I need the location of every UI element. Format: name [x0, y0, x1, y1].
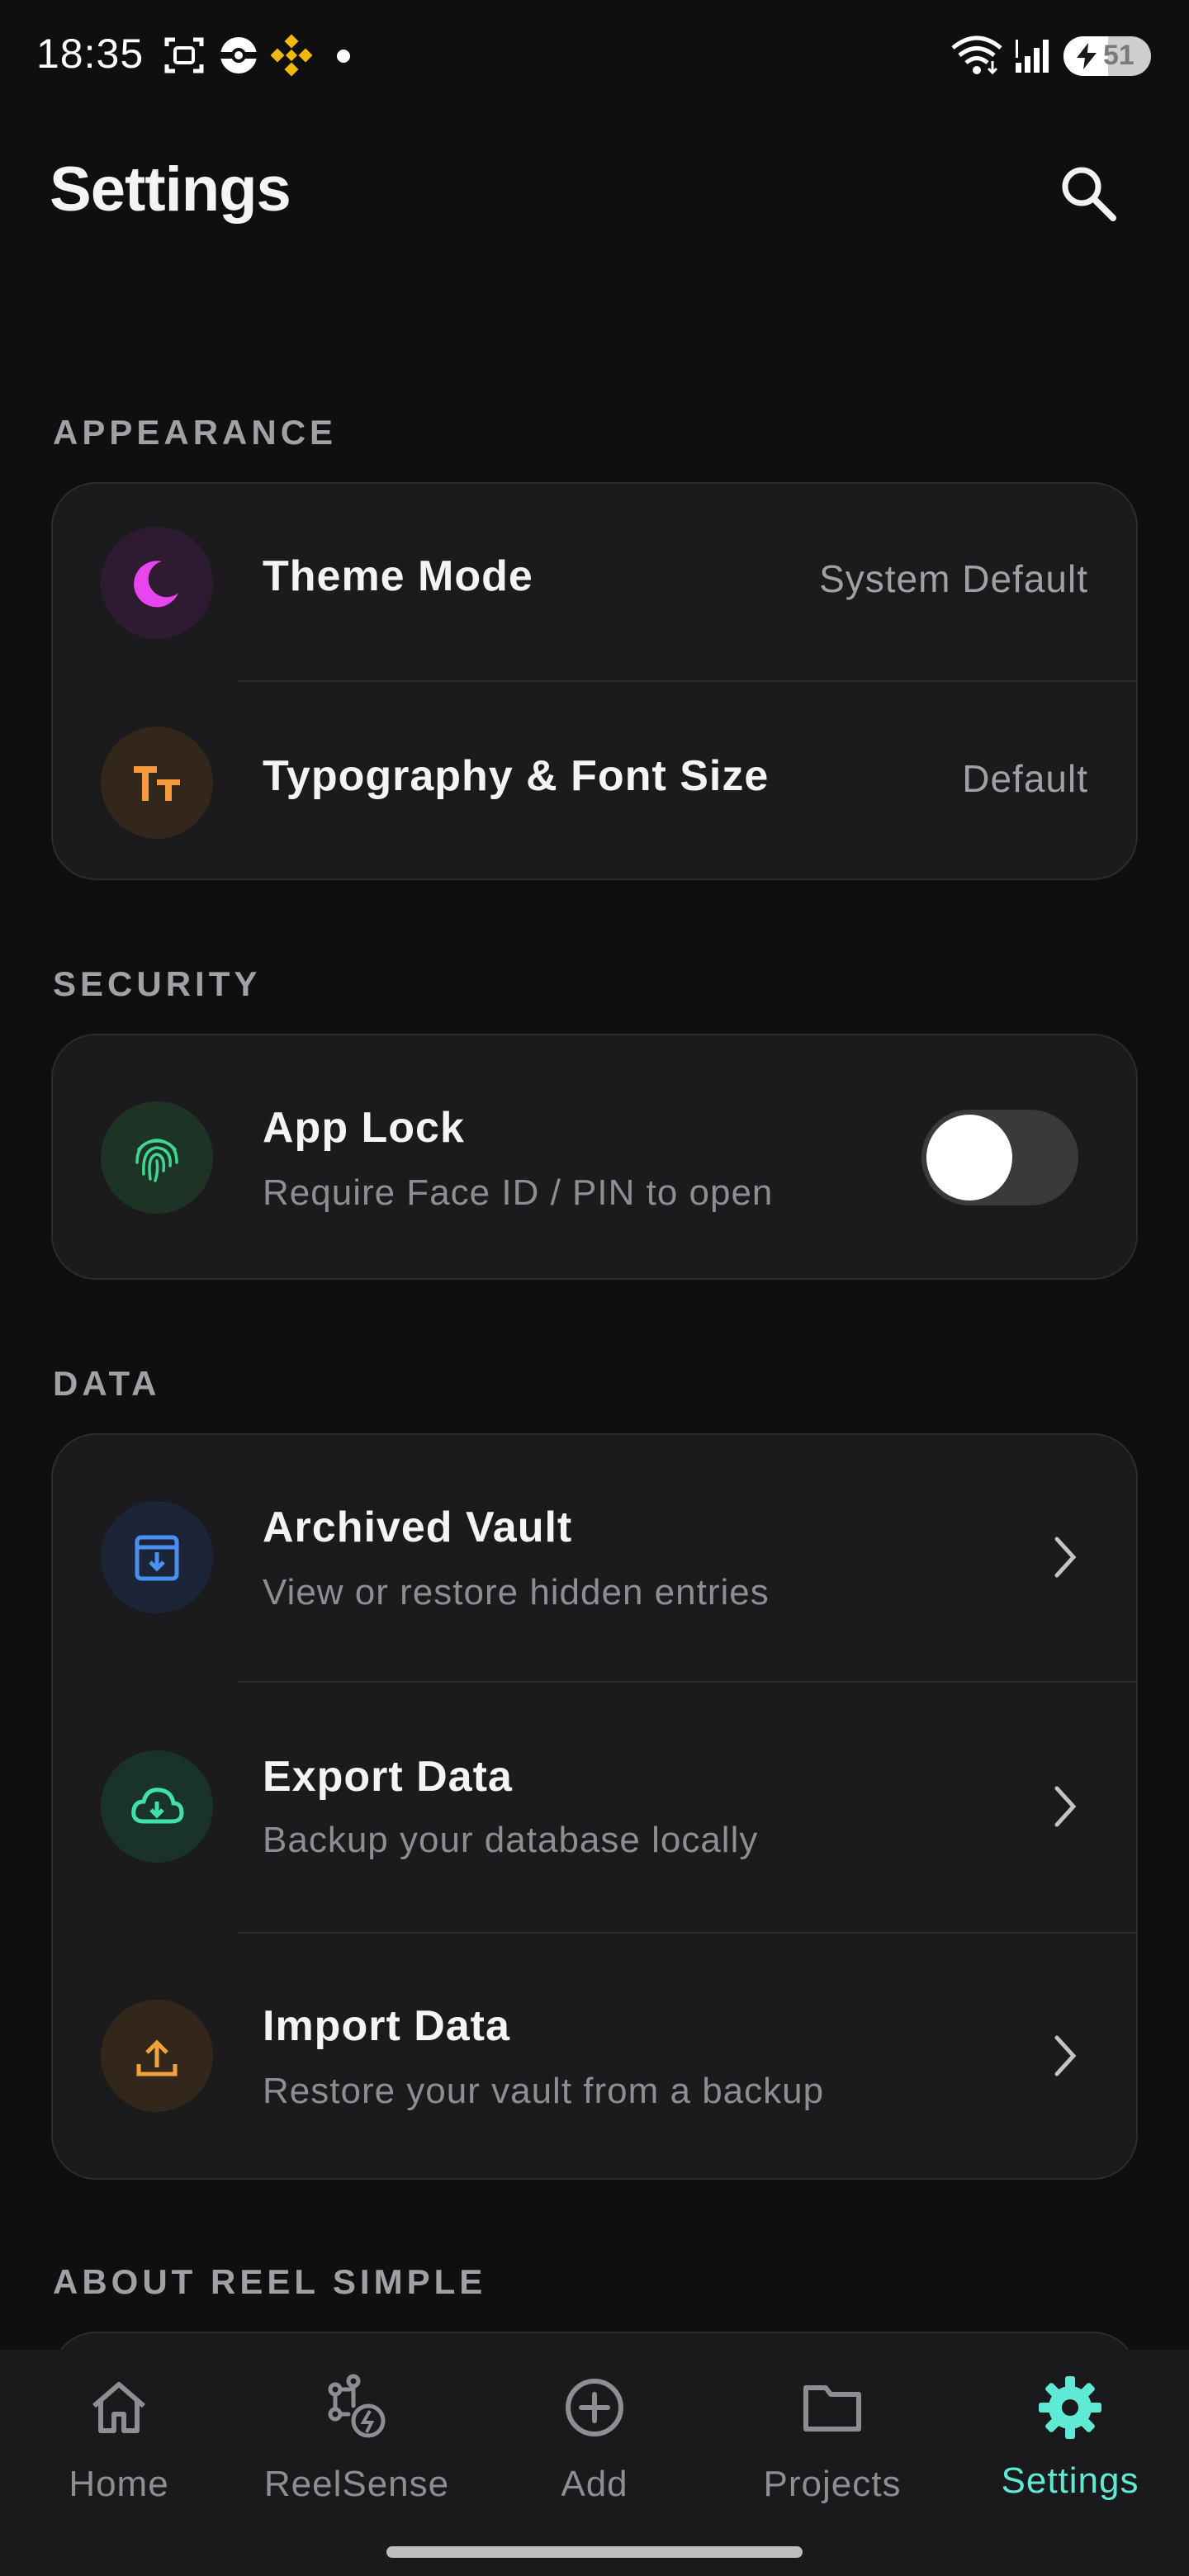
typography-icon-badge: [101, 727, 213, 839]
page-title: Settings: [50, 154, 291, 225]
settings-row-typography[interactable]: Typography & Font Size Default: [53, 682, 1136, 880]
battery-charging-icon: 51: [1063, 36, 1151, 76]
gear-icon: [1039, 2376, 1101, 2439]
section-label-appearance: APPEARANCE: [53, 413, 338, 452]
cloud-download-icon: [131, 1788, 184, 1824]
nav-label: ReelSense: [263, 2464, 450, 2504]
chevron-right-icon: [1054, 1537, 1077, 1578]
screenshot-icon: [164, 37, 204, 73]
app-lock-toggle[interactable]: [921, 1110, 1078, 1205]
nav-item-home[interactable]: Home: [0, 2350, 238, 2531]
data-card: Archived Vault View or restore hidden en…: [51, 1433, 1138, 2180]
binance-icon: [270, 34, 313, 77]
row-subtitle: Restore your vault from a backup: [263, 2071, 825, 2111]
row-title: Export Data: [263, 1753, 513, 1801]
nav-label: Home: [69, 2464, 169, 2504]
row-title: Archived Vault: [263, 1503, 573, 1551]
nav-item-settings[interactable]: Settings: [951, 2350, 1189, 2531]
section-label-about: ABOUT REEL SIMPLE: [53, 2262, 487, 2301]
add-circle-icon: [566, 2379, 623, 2436]
bottom-nav: Home ReelSense Add Projects Settings: [0, 2350, 1189, 2576]
import-icon-badge: [101, 2000, 213, 2112]
export-icon-badge: [101, 1750, 213, 1863]
row-subtitle: View or restore hidden entries: [263, 1572, 770, 1612]
search-button[interactable]: [1054, 159, 1123, 228]
nav-item-projects[interactable]: Projects: [713, 2350, 951, 2531]
archive-icon: [135, 1535, 179, 1581]
section-label-security: SECURITY: [53, 964, 262, 1003]
folder-icon: [803, 2385, 861, 2432]
row-title: Typography & Font Size: [263, 752, 770, 800]
status-time: 18:35: [36, 31, 144, 77]
chevron-right-icon: [1054, 2035, 1077, 2076]
row-value: Default: [962, 757, 1088, 800]
signal-icon: [1016, 40, 1049, 73]
charging-bolt-icon: [1077, 43, 1097, 69]
row-title: App Lock: [263, 1104, 465, 1152]
settings-row-archived-vault[interactable]: Archived Vault View or restore hidden en…: [53, 1435, 1136, 1681]
wifi-icon: [951, 36, 1002, 75]
nav-item-add[interactable]: Add: [476, 2350, 713, 2531]
status-bar: 18:35 51: [0, 0, 1189, 112]
nav-label: Projects: [763, 2464, 902, 2504]
search-icon: [1062, 167, 1116, 221]
archive-icon-badge: [101, 1501, 213, 1613]
security-card: App Lock Require Face ID / PIN to open: [51, 1034, 1138, 1280]
upload-icon: [136, 2039, 178, 2076]
fingerprint-icon: [135, 1139, 178, 1182]
toggle-knob: [926, 1115, 1012, 1200]
chevron-right-icon: [1054, 1786, 1077, 1827]
text-size-icon: [134, 766, 180, 801]
nav-label: Add: [561, 2464, 628, 2504]
pokeball-icon: [220, 37, 257, 73]
theme-icon-badge: [101, 527, 213, 639]
settings-row-app-lock[interactable]: App Lock Require Face ID / PIN to open: [53, 1035, 1136, 1280]
settings-row-theme-mode[interactable]: Theme Mode System Default: [53, 484, 1136, 680]
appearance-card: Theme Mode System Default Typography & F…: [51, 482, 1138, 880]
row-subtitle: Require Face ID / PIN to open: [263, 1172, 774, 1213]
moon-icon: [134, 561, 178, 608]
app-lock-icon-badge: [101, 1101, 213, 1214]
row-title: Import Data: [263, 2002, 510, 2050]
home-icon: [92, 2382, 145, 2433]
nav-label: Settings: [1001, 2460, 1139, 2501]
ai-sparkle-icon: [328, 2374, 386, 2438]
nav-item-reelsense[interactable]: ReelSense: [238, 2350, 476, 2531]
row-subtitle: Backup your database locally: [263, 1820, 759, 1860]
battery-percent: 51: [1103, 40, 1135, 71]
row-title: Theme Mode: [263, 552, 533, 600]
settings-row-export-data[interactable]: Export Data Backup your database locally: [53, 1683, 1136, 1932]
row-value: System Default: [819, 557, 1088, 600]
settings-row-import-data[interactable]: Import Data Restore your vault from a ba…: [53, 1934, 1136, 2180]
notification-dot: [337, 50, 350, 63]
section-label-data: DATA: [53, 1364, 161, 1403]
home-indicator[interactable]: [386, 2546, 803, 2558]
